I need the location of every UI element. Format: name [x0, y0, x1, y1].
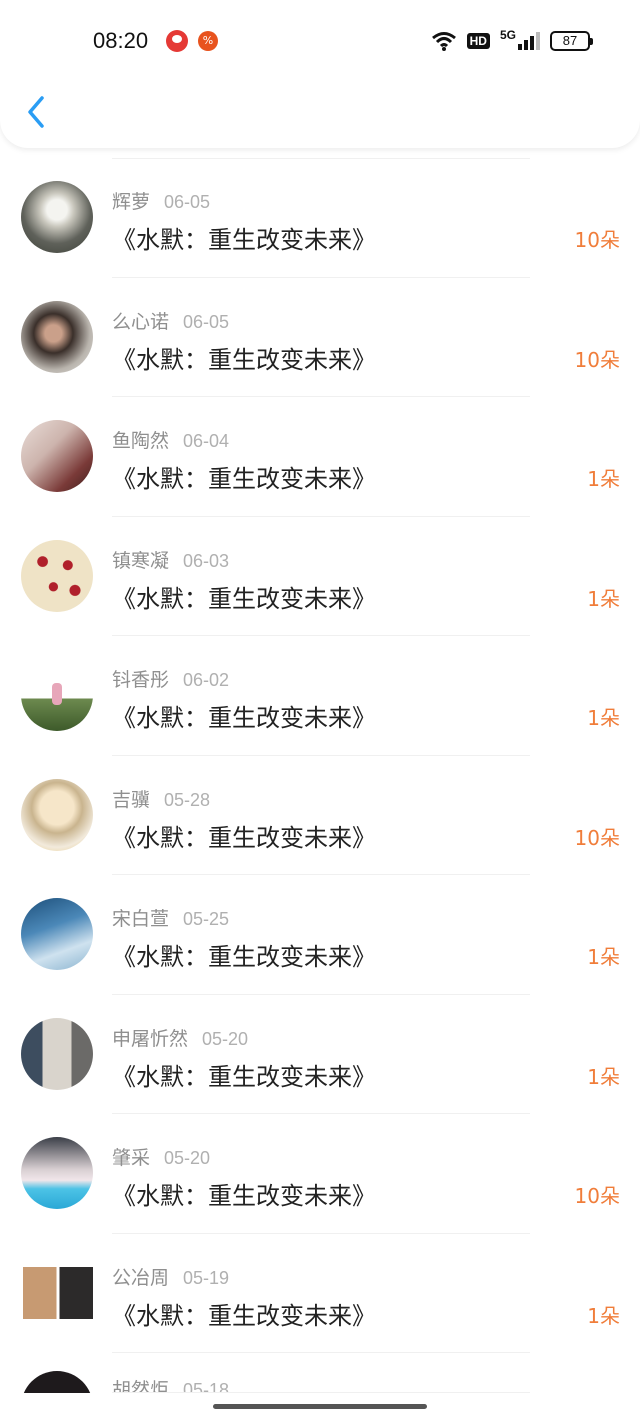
- network-label: 5G: [499, 28, 516, 42]
- gift-date: 05-18: [183, 1380, 230, 1393]
- avatar[interactable]: [21, 420, 93, 492]
- status-bar: 08:20 % HD 5G 87: [0, 22, 640, 62]
- avatar[interactable]: [21, 181, 93, 253]
- list-item[interactable]: 钭香彤 06-02 《水默：重生改变未来》 1朵: [0, 636, 640, 756]
- user-name: 镇寒凝: [112, 549, 170, 572]
- book-title: 《水默：重生改变未来》: [112, 1301, 376, 1330]
- book-title: 《水默：重生改变未来》: [112, 345, 376, 374]
- app-orange-icon: %: [198, 31, 218, 51]
- gift-date: 05-25: [183, 909, 230, 929]
- user-name: 吉骥: [112, 788, 151, 811]
- wifi-icon: [431, 32, 456, 51]
- user-name: 鱼陶然: [112, 430, 170, 452]
- hd-icon: HD: [466, 33, 490, 49]
- book-title: 《水默：重生改变未来》: [112, 823, 376, 852]
- signal-icon: [518, 32, 540, 50]
- user-name: 申屠忻然: [112, 1027, 189, 1050]
- gift-date: 05-28: [164, 789, 211, 810]
- avatar[interactable]: [21, 659, 93, 731]
- user-name: 么心诺: [112, 310, 170, 333]
- gift-date: 05-20: [202, 1028, 249, 1049]
- flower-count: 1朵: [587, 706, 620, 730]
- top-header: 08:20 % HD 5G 87: [0, 0, 640, 148]
- avatar[interactable]: [21, 300, 93, 373]
- flower-count: 1朵: [587, 467, 620, 491]
- home-indicator[interactable]: [213, 1404, 427, 1409]
- avatar[interactable]: [21, 778, 93, 851]
- list-item[interactable]: 公冶周 05-19 《水默：重生改变未来》 1朵: [0, 1234, 640, 1354]
- avatar[interactable]: [21, 1371, 93, 1393]
- status-indicators: HD 5G 87: [431, 26, 593, 56]
- gift-date: 06-05: [164, 192, 211, 212]
- gift-date: 05-20: [164, 1148, 211, 1168]
- book-title: 《水默：重生改变未来》: [112, 704, 376, 732]
- list-item[interactable]: 么心诺 06-05 《水默：重生改变未来》 10朵: [0, 278, 640, 398]
- book-title: 《水默：重生改变未来》: [112, 1062, 376, 1091]
- list-item[interactable]: 肇采 05-20 《水默：重生改变未来》 10朵: [0, 1114, 640, 1234]
- user-name: 公冶周: [112, 1266, 170, 1289]
- battery-icon: 87: [550, 31, 593, 51]
- book-title: 《水默：重生改变未来》: [112, 943, 376, 971]
- list-item[interactable]: 申屠忻然 05-20 《水默：重生改变未来》 1朵: [0, 995, 640, 1115]
- list-item[interactable]: 镇寒凝 06-03 《水默：重生改变未来》 1朵: [0, 517, 640, 637]
- status-time: 08:20: [93, 28, 149, 53]
- list-item[interactable]: 吉骥 05-28 《水默：重生改变未来》 10朵: [0, 756, 640, 876]
- list-item[interactable]: 宋白萱 05-25 《水默：重生改变未来》 1朵: [0, 875, 640, 995]
- user-name: 胡然炬: [112, 1379, 170, 1393]
- book-title: 《水默：重生改变未来》: [112, 584, 376, 613]
- avatar[interactable]: [21, 898, 93, 970]
- list-item[interactable]: 胡然炬 05-18: [0, 1353, 640, 1393]
- flower-count: 1朵: [587, 1064, 620, 1089]
- flower-count: 1朵: [587, 945, 620, 969]
- app-red-icon: [166, 30, 188, 52]
- flower-count: 10朵: [574, 347, 620, 372]
- user-name: 辉萝: [112, 191, 151, 213]
- gift-list: 辉萝 06-05 《水默：重生改变未来》 10朵 么心诺 06-05 《水默：重生改…: [0, 158, 640, 1393]
- book-title: 《水默：重生改变未来》: [112, 465, 376, 493]
- gift-date: 06-05: [183, 311, 230, 332]
- avatar[interactable]: [21, 1137, 93, 1209]
- list-item[interactable]: 辉萝 06-05 《水默：重生改变未来》 10朵: [0, 158, 640, 278]
- flower-count: 1朵: [587, 586, 620, 611]
- back-button[interactable]: [20, 92, 52, 132]
- book-title: 《水默：重生改变未来》: [112, 1182, 376, 1210]
- flower-count: 10朵: [574, 1184, 620, 1208]
- avatar[interactable]: [23, 1266, 93, 1319]
- flower-count: 10朵: [574, 825, 620, 850]
- user-name: 钭香彤: [112, 669, 170, 691]
- avatar[interactable]: [21, 1017, 93, 1090]
- user-name: 宋白萱: [112, 908, 170, 930]
- gift-date: 06-02: [183, 670, 230, 690]
- flower-count: 10朵: [574, 228, 620, 252]
- gift-date: 06-03: [183, 550, 230, 571]
- avatar[interactable]: [21, 539, 93, 612]
- user-name: 肇采: [112, 1147, 151, 1169]
- flower-count: 1朵: [587, 1303, 620, 1328]
- gift-date: 06-04: [183, 431, 230, 451]
- book-title: 《水默：重生改变未来》: [112, 226, 376, 254]
- list-item[interactable]: 鱼陶然 06-04 《水默：重生改变未来》 1朵: [0, 397, 640, 517]
- gift-date: 05-19: [183, 1267, 230, 1288]
- chevron-left-icon: [28, 96, 44, 128]
